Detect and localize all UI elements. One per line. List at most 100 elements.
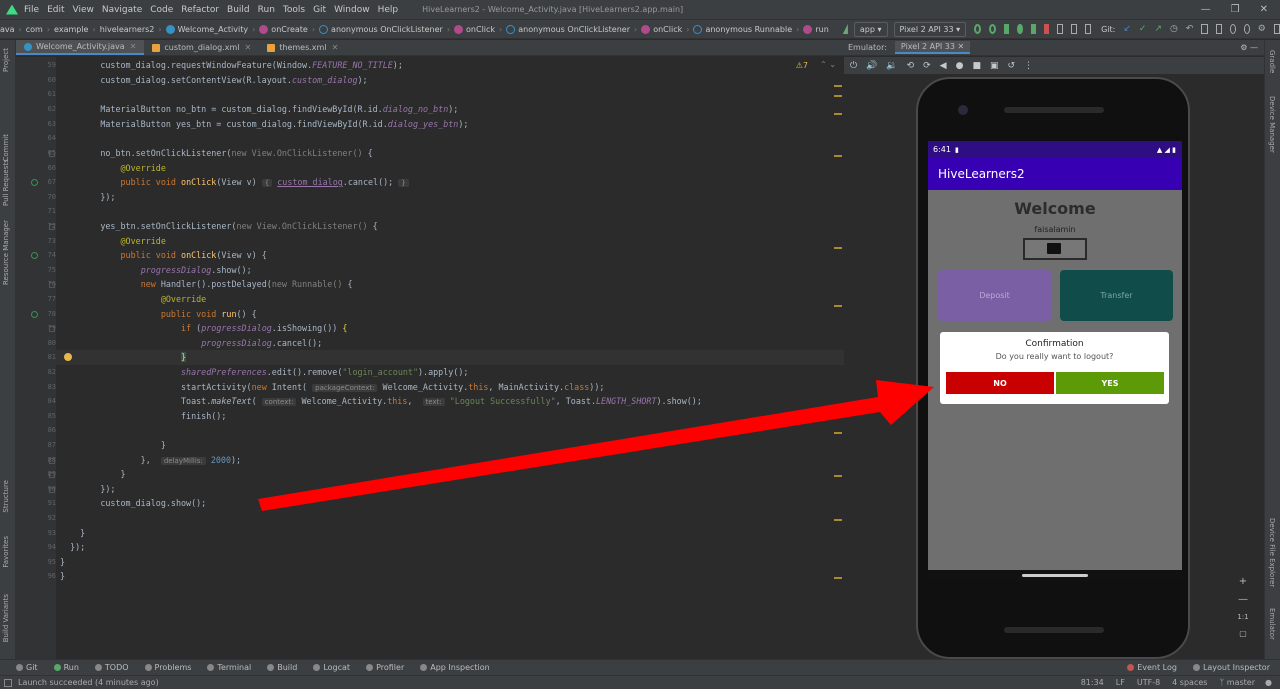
layout-inspector-button[interactable]: Layout Inspector (1192, 663, 1270, 672)
dialog-no-button[interactable]: NO (946, 372, 1054, 394)
warning-counter[interactable]: ⚠7 (796, 61, 808, 70)
account-icon[interactable] (1229, 24, 1236, 34)
resource-manager-tool-tab[interactable]: Resource Manager (2, 220, 10, 285)
back-icon[interactable]: ◀ (940, 61, 947, 71)
debug-icon[interactable] (1004, 24, 1010, 34)
apply-changes-icon[interactable] (989, 24, 997, 34)
zoom-actual-size[interactable]: 1:1 (1236, 613, 1250, 621)
menu-navigate[interactable]: Navigate (102, 5, 142, 15)
favorites-tool-tab[interactable]: Favorites (2, 536, 10, 568)
error-stripe-mark[interactable] (834, 85, 842, 87)
stop-icon[interactable] (1043, 24, 1049, 34)
attach-debugger-icon[interactable] (1030, 24, 1036, 34)
emulator-device-tab[interactable]: Pixel 2 API 33 ✕ (894, 41, 971, 54)
error-stripe-mark[interactable] (834, 247, 842, 249)
rotate-right-icon[interactable]: ⟳ (923, 61, 931, 71)
fold-marker-icon[interactable] (49, 457, 55, 464)
git-update-icon[interactable]: ↙ (1123, 24, 1131, 34)
caret-position[interactable]: 81:34 (1081, 678, 1104, 687)
menu-edit[interactable]: Edit (47, 5, 64, 15)
breadcrumb-item[interactable]: hivelearners2 › (100, 25, 166, 34)
breadcrumb-item[interactable]: anonymous OnClickListener › (506, 24, 641, 34)
tab-welcome-activity[interactable]: Welcome_Activity.java ✕ (16, 40, 145, 55)
dialog-yes-button[interactable]: YES (1056, 372, 1164, 394)
settings-gear-icon[interactable]: ⚙ (1258, 24, 1266, 34)
fold-marker-icon[interactable] (49, 326, 55, 333)
lock-icon[interactable]: ● (1265, 678, 1272, 687)
maximize-icon[interactable]: ❐ (1231, 4, 1240, 15)
indent-setting[interactable]: 4 spaces (1172, 678, 1207, 687)
menu-git[interactable]: Git (313, 5, 326, 15)
breadcrumb-item[interactable]: anonymous OnClickListener › (319, 24, 454, 34)
todo-tool-button[interactable]: TODO (94, 663, 129, 672)
phone-screen[interactable]: 6:41 ▮ ▲ ◢ ▮ HiveLearners2 Welcome faisa… (928, 141, 1182, 581)
history-icon[interactable]: ◷ (1170, 24, 1178, 34)
layout-icon[interactable] (1215, 24, 1222, 34)
power-icon[interactable]: ⏻ (850, 61, 857, 71)
home-icon[interactable]: ● (956, 61, 964, 71)
rotate-left-icon[interactable]: ⟲ (907, 61, 915, 71)
menu-refactor[interactable]: Refactor (181, 5, 219, 15)
git-push-icon[interactable]: ↗ (1154, 24, 1162, 34)
build-tool-button[interactable]: Build (267, 663, 297, 672)
volume-down-icon[interactable]: 🔉 (886, 61, 897, 71)
run-config-dropdown[interactable]: app ▾ (853, 21, 888, 37)
structure-tool-tab[interactable]: Structure (2, 480, 10, 513)
tab-custom-dialog[interactable]: custom_dialog.xml ✕ (144, 40, 259, 55)
menu-run[interactable]: Run (258, 5, 275, 15)
breadcrumb-item[interactable]: onCreate › (259, 24, 319, 34)
line-separator[interactable]: LF (1116, 678, 1125, 687)
error-stripe-mark[interactable] (834, 113, 842, 115)
breadcrumb-item[interactable]: run (803, 24, 829, 34)
terminal-tool-button[interactable]: Terminal (207, 663, 251, 672)
error-stripe-mark[interactable] (834, 432, 842, 434)
breadcrumb-item[interactable]: example › (54, 25, 100, 34)
file-encoding[interactable]: UTF-8 (1137, 678, 1160, 687)
error-stripe-mark[interactable] (834, 155, 842, 157)
device-dropdown[interactable]: Pixel 2 API 33 ▾ (893, 21, 967, 37)
breadcrumb-item[interactable]: onClick › (454, 24, 506, 34)
pull-requests-tool-tab[interactable]: Pull Requests (2, 146, 10, 206)
git-tool-button[interactable]: Git (16, 663, 38, 672)
search-icon[interactable] (1243, 24, 1250, 34)
rerun-icon[interactable] (974, 24, 982, 34)
menu-code[interactable]: Code (150, 5, 173, 15)
menu-help[interactable]: Help (378, 5, 399, 15)
git-commit-icon[interactable]: ✓ (1139, 24, 1147, 34)
device-file-explorer-tool-tab[interactable]: Device File Explorer (1268, 518, 1276, 587)
screenshot-icon[interactable]: ▣ (990, 61, 999, 71)
error-stripe-mark[interactable] (834, 305, 842, 307)
emulator-tool-tab[interactable]: Emulator (1268, 608, 1276, 640)
error-stripe-mark[interactable] (834, 95, 842, 97)
menu-window[interactable]: Window (334, 5, 370, 15)
more-icon[interactable]: ⋮ (1024, 61, 1033, 71)
hammer-icon[interactable] (842, 24, 848, 34)
error-stripe-mark[interactable] (834, 577, 842, 579)
git-branch[interactable]: ᛉ master (1219, 678, 1255, 687)
fold-marker-icon[interactable] (49, 151, 55, 157)
event-log-button[interactable]: Event Log (1127, 663, 1177, 672)
logcat-tool-button[interactable]: Logcat (313, 663, 350, 672)
tab-themes[interactable]: themes.xml ✕ (259, 40, 346, 55)
close-tab-icon[interactable]: ✕ (130, 42, 137, 51)
profiler-tool-button[interactable]: Profiler (366, 663, 404, 672)
breadcrumb-item[interactable]: ava › (0, 25, 26, 34)
app-inspection-tool-button[interactable]: App Inspection (420, 663, 490, 672)
volume-up-icon[interactable]: 🔊 (866, 61, 877, 71)
menu-view[interactable]: View (73, 5, 94, 15)
code-editor[interactable]: ⚠7 ⌃ ⌄ 59 60 61 62 63 64 65 66 67 70 71 72 73 74 75 76 7… (16, 57, 844, 659)
menu-build[interactable]: Build (227, 5, 250, 15)
fold-marker-icon[interactable] (49, 224, 55, 230)
sync-icon[interactable] (1056, 24, 1063, 34)
avd-manager-icon[interactable] (1070, 24, 1077, 34)
profile-icon[interactable] (1017, 24, 1023, 34)
problems-tool-button[interactable]: Problems (144, 663, 191, 672)
error-stripe-mark[interactable] (834, 519, 842, 521)
zoom-out-icon[interactable]: — (1236, 594, 1250, 605)
close-tab-icon[interactable]: ✕ (332, 43, 339, 52)
close-icon[interactable]: ✕ (1260, 4, 1268, 15)
gesture-handle[interactable] (1022, 574, 1088, 577)
snapshot-icon[interactable]: ↺ (1007, 61, 1015, 71)
run-tool-button[interactable]: Run (53, 663, 79, 672)
fold-marker-icon[interactable] (49, 282, 55, 289)
